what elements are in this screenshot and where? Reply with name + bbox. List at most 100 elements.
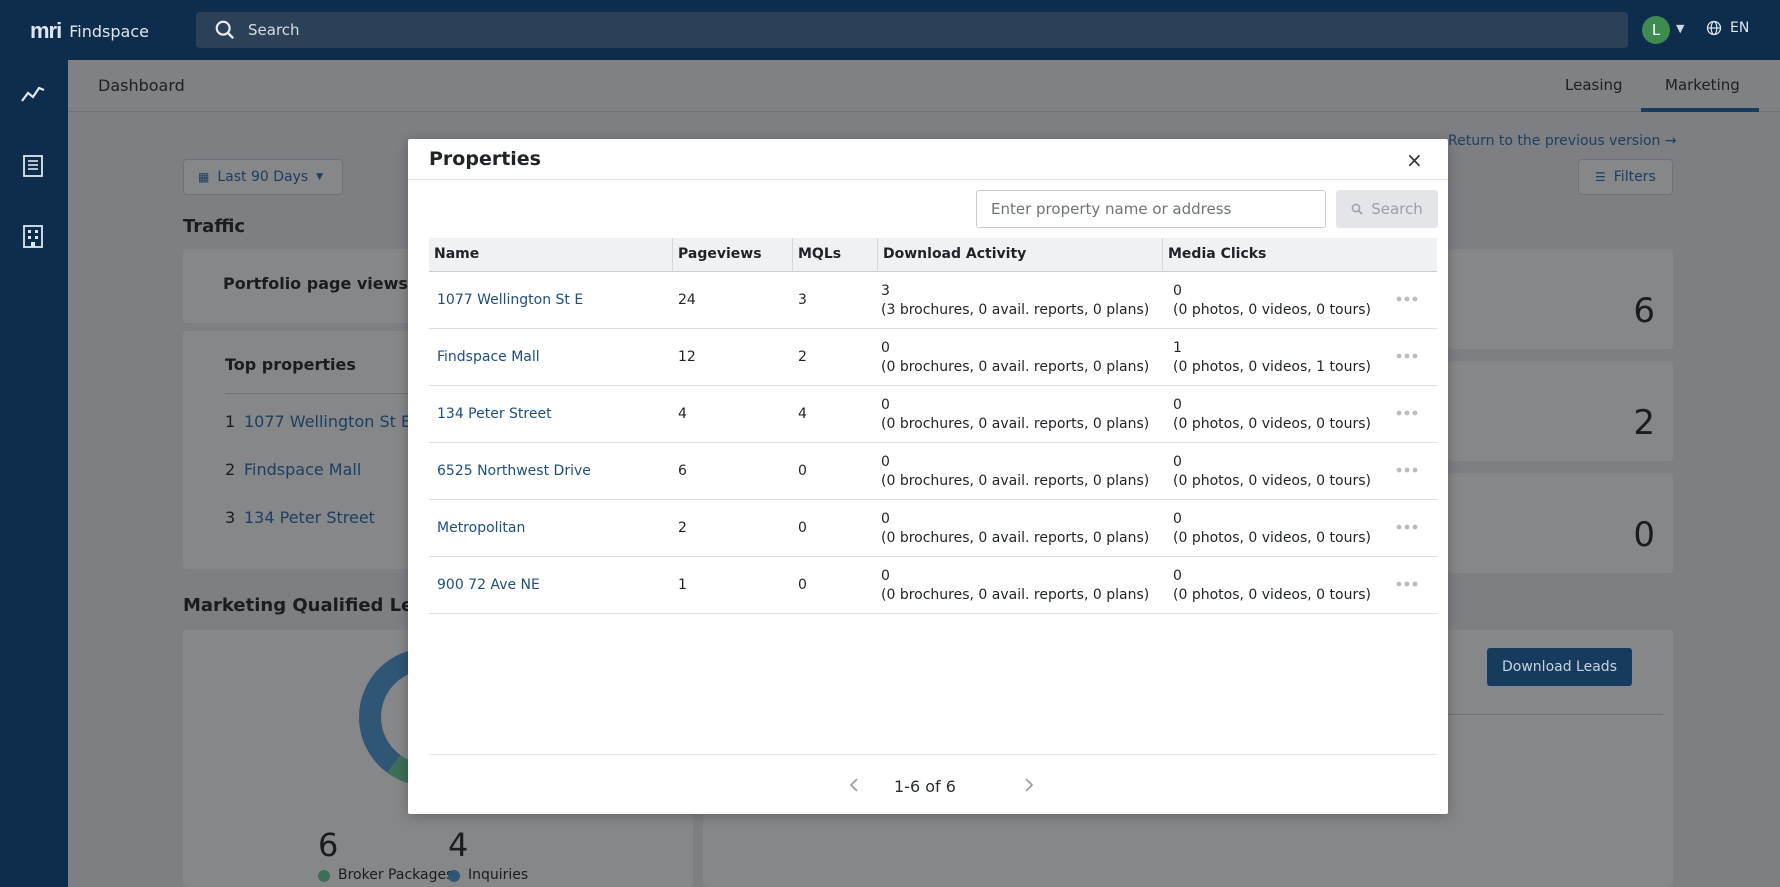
- media-clicks-cell: 0 (0 photos, 0 videos, 0 tours): [1173, 510, 1371, 548]
- column-divider: [1162, 238, 1163, 272]
- top-bar: mri Findspace Search L ▼ EN: [0, 0, 1780, 60]
- table-row: Findspace Mall 12 2 0 (0 brochures, 0 ava…: [429, 329, 1437, 386]
- top-properties-label: Top properties: [225, 355, 356, 374]
- download-activity-cell: 0 (0 brochures, 0 avail. reports, 0 plans…: [881, 510, 1149, 548]
- global-search[interactable]: Search: [196, 12, 1628, 48]
- media-total: 0: [1173, 511, 1182, 527]
- language-selector[interactable]: EN: [1706, 20, 1749, 36]
- legend-dot: [318, 870, 330, 882]
- column-header-name[interactable]: Name: [434, 246, 479, 262]
- top-property-rank: 2: [225, 460, 236, 479]
- property-name-link[interactable]: 134 Peter Street: [437, 406, 552, 422]
- chevron-right-icon[interactable]: [1022, 777, 1036, 793]
- building-icon[interactable]: [20, 223, 46, 249]
- media-detail: (0 photos, 0 videos, 0 tours): [1173, 302, 1371, 318]
- column-header-mqls[interactable]: MQLs: [798, 246, 841, 262]
- portfolio-views-card: Portfolio page views: [183, 249, 443, 323]
- app-name: Findspace: [69, 21, 149, 41]
- media-clicks-cell: 0 (0 photos, 0 videos, 0 tours): [1173, 396, 1371, 434]
- filter-icon: ☰: [1595, 170, 1606, 184]
- column-header-pageviews[interactable]: Pageviews: [678, 246, 762, 262]
- avatar[interactable]: L: [1642, 16, 1670, 44]
- modal-header: Properties ×: [408, 139, 1448, 180]
- tab-marketing[interactable]: Marketing: [1665, 76, 1740, 94]
- tab-leasing[interactable]: Leasing: [1565, 76, 1623, 94]
- mqls-cell: 0: [798, 520, 807, 536]
- language-label: EN: [1730, 20, 1750, 36]
- download-detail: (0 brochures, 0 avail. reports, 0 plans): [881, 587, 1150, 603]
- download-total: 0: [881, 454, 890, 470]
- stat-card: 2: [1448, 361, 1673, 461]
- chevron-left-icon[interactable]: [847, 777, 861, 793]
- media-clicks-cell: 0 (0 photos, 0 videos, 0 tours): [1173, 282, 1371, 320]
- table-row: Metropolitan 2 0 0 (0 brochures, 0 avail.…: [429, 500, 1437, 557]
- close-icon[interactable]: ×: [1406, 148, 1423, 172]
- return-previous-version-link[interactable]: Return to the previous version →: [1448, 133, 1677, 149]
- properties-table: Name Pageviews MQLs Download Activity Me…: [429, 238, 1437, 614]
- modal-title: Properties: [429, 148, 541, 170]
- properties-modal: Properties × Search Name Pageviews MQLs …: [408, 139, 1448, 814]
- more-options-icon[interactable]: [1395, 408, 1419, 418]
- table-row: 900 72 Ave NE 1 0 0 (0 brochures, 0 avail…: [429, 557, 1437, 614]
- pageviews-cell: 12: [678, 349, 696, 365]
- top-property-link[interactable]: 134 Peter Street: [244, 508, 375, 527]
- pagination-status: 1-6 of 6: [894, 777, 956, 796]
- download-total: 0: [881, 568, 890, 584]
- date-range-select[interactable]: ▦ Last 90 Days ▼: [183, 159, 343, 195]
- pageviews-cell: 1: [678, 577, 687, 593]
- media-total: 0: [1173, 283, 1182, 299]
- analytics-icon[interactable]: [20, 81, 46, 107]
- property-name-link[interactable]: 1077 Wellington St E: [437, 292, 583, 308]
- mqls-cell: 4: [798, 406, 807, 422]
- property-search-button[interactable]: Search: [1336, 190, 1438, 228]
- calendar-icon: ▦: [198, 170, 210, 184]
- media-total: 0: [1173, 454, 1182, 470]
- chevron-down-icon[interactable]: ▼: [1676, 22, 1684, 35]
- date-range-value: Last 90 Days: [217, 169, 309, 185]
- media-clicks-cell: 1 (0 photos, 0 videos, 1 tours): [1173, 339, 1371, 377]
- document-icon[interactable]: [20, 153, 46, 179]
- search-icon: [215, 20, 235, 40]
- column-header-media-clicks[interactable]: Media Clicks: [1168, 246, 1266, 262]
- media-detail: (0 photos, 0 videos, 0 tours): [1173, 473, 1371, 489]
- more-options-icon[interactable]: [1395, 465, 1419, 475]
- property-search-input[interactable]: [976, 190, 1326, 228]
- filters-button[interactable]: ☰ Filters: [1578, 159, 1673, 195]
- download-leads-button[interactable]: Download Leads: [1487, 648, 1632, 686]
- more-options-icon[interactable]: [1395, 579, 1419, 589]
- column-header-download-activity[interactable]: Download Activity: [883, 246, 1026, 262]
- top-properties-card: Top properties 1 1077 Wellington St E 2 …: [183, 331, 443, 569]
- legend-broker-packages: Broker Packages: [338, 867, 454, 883]
- media-clicks-cell: 0 (0 photos, 0 videos, 0 tours): [1173, 453, 1371, 491]
- chevron-down-icon: ▼: [316, 172, 324, 182]
- property-name-link[interactable]: Findspace Mall: [437, 349, 540, 365]
- search-button-label: Search: [1371, 200, 1423, 218]
- global-search-placeholder: Search: [248, 21, 300, 39]
- property-name-link[interactable]: Metropolitan: [437, 520, 525, 536]
- top-property-link[interactable]: Findspace Mall: [244, 460, 361, 479]
- stat-value: 0: [1633, 515, 1655, 555]
- property-name-link[interactable]: 900 72 Ave NE: [437, 577, 540, 593]
- pageviews-cell: 4: [678, 406, 687, 422]
- broker-packages-value: 6: [318, 826, 339, 864]
- download-detail: (0 brochures, 0 avail. reports, 0 plans): [881, 530, 1150, 546]
- page-title: Dashboard: [98, 76, 185, 95]
- download-total: 0: [881, 397, 890, 413]
- download-total: 0: [881, 340, 890, 356]
- property-name-link[interactable]: 6525 Northwest Drive: [437, 463, 591, 479]
- media-total: 0: [1173, 397, 1182, 413]
- logo-mark: mri: [30, 18, 62, 43]
- more-options-icon[interactable]: [1395, 522, 1419, 532]
- search-icon: [1351, 203, 1363, 215]
- table-header: Name Pageviews MQLs Download Activity Me…: [429, 238, 1437, 272]
- mqls-cell: 3: [798, 292, 807, 308]
- app-logo[interactable]: mri Findspace: [30, 18, 149, 44]
- stat-value: 6: [1633, 291, 1655, 331]
- top-property-link[interactable]: 1077 Wellington St E: [244, 412, 411, 431]
- column-divider: [672, 238, 673, 272]
- table-row: 6525 Northwest Drive 6 0 0 (0 brochures, …: [429, 443, 1437, 500]
- more-options-icon[interactable]: [1395, 351, 1419, 361]
- more-options-icon[interactable]: [1395, 294, 1419, 304]
- download-activity-cell: 0 (0 brochures, 0 avail. reports, 0 plans…: [881, 339, 1149, 377]
- divider: [225, 393, 425, 394]
